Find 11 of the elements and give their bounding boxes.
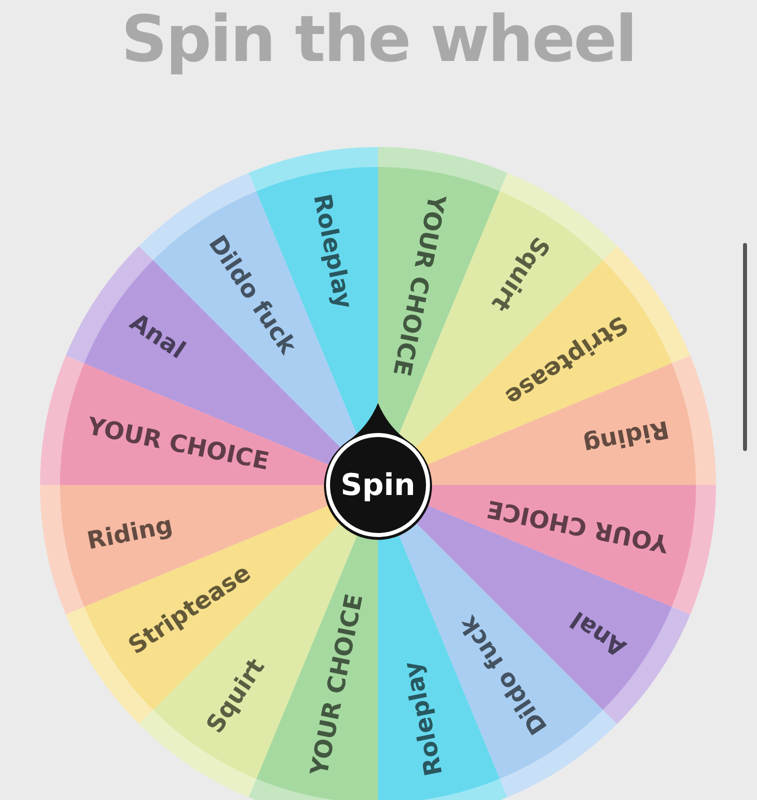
segment-label: YOUR CHOICE [484,494,671,558]
scrollbar-thumb[interactable] [743,243,747,451]
segment-label: Roleplay [398,659,448,778]
segment-label: YOUR CHOICE [305,592,369,778]
segment-label: YOUR CHOICE [387,192,451,378]
segment-label: Riding [581,414,672,460]
spin-button[interactable]: Spin [324,403,432,540]
segment-label: YOUR CHOICE [85,412,272,476]
segment-label: Roleplay [308,192,358,311]
page-title: Spin the wheel [121,8,636,72]
segment-label: Riding [84,510,175,556]
